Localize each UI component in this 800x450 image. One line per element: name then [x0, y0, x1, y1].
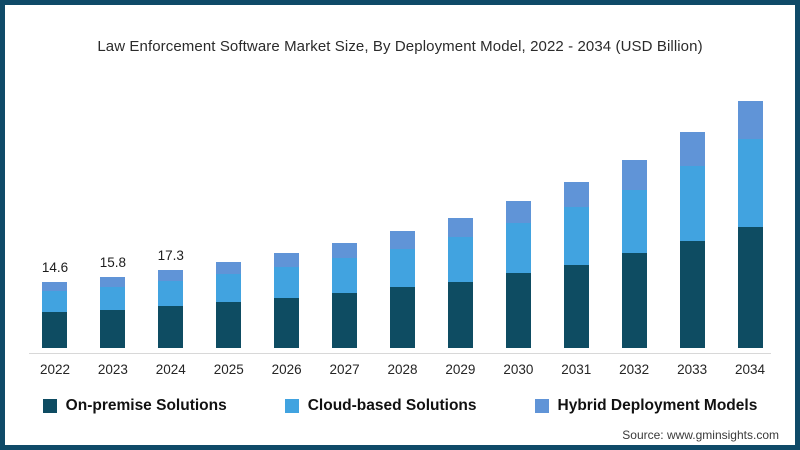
bar-segment-on-premise-solutions-2028: [389, 287, 415, 348]
legend-label-hybrid: Hybrid Deployment Models: [557, 397, 758, 414]
cloud-swatch-icon: [284, 399, 299, 413]
chart-title: Law Enforcement Software Market Size, By…: [97, 38, 703, 55]
bar-column-2022: 14.6: [26, 93, 84, 348]
bar-segment-on-premise-solutions-2032: [621, 253, 647, 348]
bar-column-2031: [547, 93, 605, 348]
x-axis-label-2031: 2031: [561, 362, 592, 377]
bar-2022: [42, 282, 68, 348]
x-axis-labels: 2022 2023 2024 2025 2026 2027 2028 2029 2030 2031…: [26, 362, 779, 377]
x-axis-label-2033: 2033: [677, 362, 708, 377]
bar-2032: [621, 159, 647, 348]
bar-2027: [332, 243, 358, 348]
bar-segment-cloud-based-solutions-2031: [563, 207, 589, 266]
bar-2030: [505, 201, 531, 348]
bar-column-2030: [489, 93, 547, 348]
bar-2023: [100, 276, 126, 348]
x-axis-line: [29, 353, 771, 354]
bar-column-2033: [663, 93, 721, 348]
bar-segment-hybrid-deployment-models-2034: [737, 100, 763, 140]
bar-segment-hybrid-deployment-models-2032: [621, 159, 647, 190]
bar-2024: [158, 270, 184, 348]
bar-segment-cloud-based-solutions-2027: [332, 258, 358, 293]
bar-2026: [274, 253, 300, 348]
bar-segment-cloud-based-solutions-2023: [100, 286, 126, 310]
bar-segment-hybrid-deployment-models-2029: [447, 217, 473, 237]
bar-2033: [679, 132, 705, 348]
bar-value-label-2024: 17.3: [157, 248, 184, 264]
bar-2029: [447, 217, 473, 348]
chart-window: { "title": "Law Enforcement Software Mar…: [0, 0, 800, 450]
bar-segment-hybrid-deployment-models-2023: [100, 276, 126, 287]
bar-column-2027: [316, 93, 374, 348]
bars-plot-area: 14.6 15.8 17.3: [26, 93, 779, 348]
bar-segment-hybrid-deployment-models-2024: [158, 270, 184, 281]
bar-segment-on-premise-solutions-2027: [332, 292, 358, 348]
legend-item-cloud: Cloud-based Solutions: [284, 397, 477, 415]
bar-segment-cloud-based-solutions-2028: [389, 248, 415, 288]
bar-column-2028: [374, 93, 432, 348]
bar-segment-cloud-based-solutions-2024: [158, 280, 184, 307]
x-axis-label-2030: 2030: [503, 362, 534, 377]
bar-segment-on-premise-solutions-2033: [679, 240, 705, 348]
bar-column-2034: [721, 93, 779, 348]
bar-segment-hybrid-deployment-models-2028: [389, 231, 415, 249]
hybrid-swatch-icon: [534, 399, 549, 413]
bar-column-2029: [431, 93, 489, 348]
bar-segment-on-premise-solutions-2023: [100, 309, 126, 348]
on-premise-swatch-icon: [42, 399, 57, 413]
source-attribution: Source: www.gminsights.com: [622, 428, 779, 442]
x-axis-label-2032: 2032: [619, 362, 650, 377]
bar-segment-hybrid-deployment-models-2026: [274, 253, 300, 267]
bar-segment-cloud-based-solutions-2025: [216, 274, 242, 303]
bar-segment-cloud-based-solutions-2026: [274, 266, 300, 298]
bar-segment-cloud-based-solutions-2033: [679, 166, 705, 241]
bar-value-label-2022: 14.6: [41, 260, 69, 276]
x-axis-label-2027: 2027: [329, 362, 360, 377]
x-axis-label-2026: 2026: [271, 362, 302, 377]
bar-segment-on-premise-solutions-2030: [505, 273, 531, 348]
legend-label-on-premise: On-premise Solutions: [65, 397, 227, 414]
bar-segment-on-premise-solutions-2034: [737, 226, 763, 348]
bar-2031: [563, 182, 589, 348]
bar-segment-on-premise-solutions-2022: [42, 312, 68, 348]
bar-segment-cloud-based-solutions-2032: [621, 190, 647, 253]
bar-value-label-2023: 15.8: [99, 254, 127, 270]
x-axis-label-2029: 2029: [445, 362, 476, 377]
bar-segment-hybrid-deployment-models-2033: [679, 132, 705, 167]
bar-segment-cloud-based-solutions-2022: [42, 291, 68, 313]
legend-item-on-premise: On-premise Solutions: [42, 397, 227, 415]
x-axis-label-2022: 2022: [39, 362, 70, 377]
bar-column-2025: [200, 93, 258, 348]
bar-2025: [216, 262, 242, 348]
bar-segment-on-premise-solutions-2026: [274, 297, 300, 348]
bar-segment-hybrid-deployment-models-2022: [42, 282, 68, 292]
bar-segment-hybrid-deployment-models-2025: [216, 262, 242, 275]
x-axis-label-2034: 2034: [735, 362, 766, 377]
bar-segment-cloud-based-solutions-2034: [737, 139, 763, 227]
bar-segment-hybrid-deployment-models-2031: [563, 182, 589, 208]
bar-segment-cloud-based-solutions-2030: [505, 222, 531, 274]
legend-label-cloud: Cloud-based Solutions: [307, 397, 477, 414]
x-axis-label-2023: 2023: [97, 362, 128, 377]
bar-2028: [389, 231, 415, 348]
bar-segment-on-premise-solutions-2031: [563, 265, 589, 348]
bar-column-2026: [258, 93, 316, 348]
bar-segment-on-premise-solutions-2024: [158, 306, 184, 348]
legend: On-premise Solutions Cloud-based Solutio…: [5, 397, 795, 415]
x-axis-label-2025: 2025: [213, 362, 244, 377]
bar-segment-cloud-based-solutions-2029: [447, 236, 473, 282]
bar-segment-on-premise-solutions-2025: [216, 302, 242, 348]
bar-segment-hybrid-deployment-models-2030: [505, 201, 531, 223]
bar-segment-hybrid-deployment-models-2027: [332, 243, 358, 259]
bar-column-2024: 17.3: [142, 93, 200, 348]
bar-2034: [737, 100, 763, 348]
x-axis-label-2028: 2028: [387, 362, 418, 377]
bar-column-2023: 15.8: [84, 93, 142, 348]
x-axis-label-2024: 2024: [155, 362, 186, 377]
legend-item-hybrid: Hybrid Deployment Models: [534, 397, 758, 415]
bar-segment-on-premise-solutions-2029: [447, 281, 473, 348]
bar-column-2032: [605, 93, 663, 348]
